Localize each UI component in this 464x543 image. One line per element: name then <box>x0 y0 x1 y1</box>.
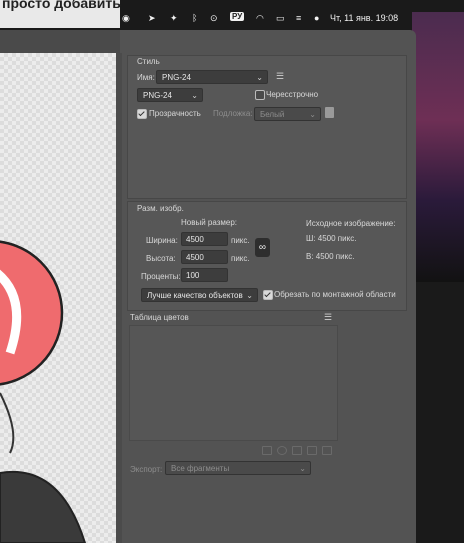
camera-icon[interactable]: ◉ <box>122 13 130 24</box>
control-center-icon[interactable]: ≡ <box>296 13 301 23</box>
pin-icon[interactable]: ✦ <box>170 13 178 24</box>
quality-select[interactable]: Лучше качество объектов ⌄ <box>141 288 258 302</box>
format-value: PNG-24 <box>143 91 172 100</box>
transparency-checkbox[interactable] <box>137 109 147 119</box>
lock-color-icon[interactable] <box>292 446 302 455</box>
trash-icon[interactable] <box>322 446 332 455</box>
clock[interactable]: Чт, 11 янв. 19:08 <box>330 13 398 23</box>
preview-divider <box>116 53 122 543</box>
color-table-heading: Таблица цветов <box>130 313 189 322</box>
artwork-preview <box>0 240 87 543</box>
matte-color-swatch[interactable] <box>325 107 334 118</box>
color-table-menu-icon[interactable]: ☰ <box>324 312 332 323</box>
chevron-down-icon: ⌄ <box>299 464 306 473</box>
interlaced-checkbox[interactable] <box>255 90 265 100</box>
background-text: просто добавить <box>2 0 121 11</box>
export-select[interactable]: Все фрагменты ⌄ <box>165 461 311 475</box>
height-input[interactable]: 4500 <box>181 250 228 264</box>
chevron-down-icon: ⌄ <box>309 110 316 119</box>
interlaced-label: Чересстрочно <box>266 90 319 99</box>
width-input[interactable]: 4500 <box>181 232 228 246</box>
desktop-wallpaper <box>412 12 464 282</box>
chevron-down-icon: ⌄ <box>191 91 198 100</box>
export-label: Экспорт: <box>130 465 163 474</box>
keyboard-layout-badge[interactable]: РУ <box>230 12 245 21</box>
preview-header <box>0 30 120 53</box>
image-preview[interactable] <box>0 53 116 543</box>
wifi-icon[interactable]: ◠ <box>256 13 264 24</box>
percent-label: Проценты: <box>141 272 181 281</box>
preset-name-label: Имя: <box>137 73 155 82</box>
transparency-label: Прозрачность <box>149 109 201 118</box>
export-value: Все фрагменты <box>171 464 230 473</box>
chevron-down-icon: ⌄ <box>246 291 253 300</box>
preset-menu-icon[interactable]: ☰ <box>276 71 284 82</box>
preset-name-value: PNG-24 <box>162 73 191 82</box>
percent-input[interactable]: 100 <box>181 268 228 282</box>
menu-bar: ◉ ➤ ✦ ᛒ ⊙ РУ ◠ ▭ ≡ ● Чт, 11 янв. 19:08 <box>118 12 418 28</box>
new-size-label: Новый размер: <box>181 218 238 227</box>
web-shift-icon[interactable] <box>277 446 287 455</box>
height-unit: пикс. <box>231 254 250 263</box>
image-size-heading: Разм. изобр. <box>137 204 184 213</box>
matte-value: Белый <box>260 110 285 119</box>
original-height: В: 4500 пикс. <box>306 252 355 261</box>
background-window: просто добавить <box>0 0 121 28</box>
original-image-label: Исходное изображение: <box>306 219 396 228</box>
siri-icon[interactable]: ● <box>314 13 319 23</box>
format-select[interactable]: PNG-24 ⌄ <box>137 88 203 102</box>
height-label: Высота: <box>146 254 176 263</box>
matte-label: Подложка: <box>213 109 253 118</box>
style-heading: Стиль <box>137 57 160 66</box>
color-table-area[interactable] <box>129 325 338 441</box>
map-color-icon[interactable] <box>262 446 272 455</box>
pointer-icon[interactable]: ➤ <box>148 13 156 24</box>
chevron-down-icon: ⌄ <box>256 73 263 82</box>
matte-select[interactable]: Белый ⌄ <box>254 107 321 121</box>
width-unit: пикс. <box>231 236 250 245</box>
quality-value: Лучше качество объектов <box>147 291 243 300</box>
window-icon[interactable]: ▭ <box>276 13 285 24</box>
preset-name-select[interactable]: PNG-24 ⌄ <box>156 70 268 84</box>
bluetooth-icon[interactable]: ᛒ <box>192 13 197 23</box>
clip-to-artboard-checkbox[interactable] <box>263 290 273 300</box>
width-label: Ширина: <box>146 236 178 245</box>
play-icon[interactable]: ⊙ <box>210 13 218 24</box>
clip-to-artboard-label: Обрезать по монтажной области <box>274 290 396 299</box>
link-icon[interactable]: ∞ <box>255 238 270 257</box>
original-width: Ш: 4500 пикс. <box>306 234 357 243</box>
new-color-icon[interactable] <box>307 446 317 455</box>
